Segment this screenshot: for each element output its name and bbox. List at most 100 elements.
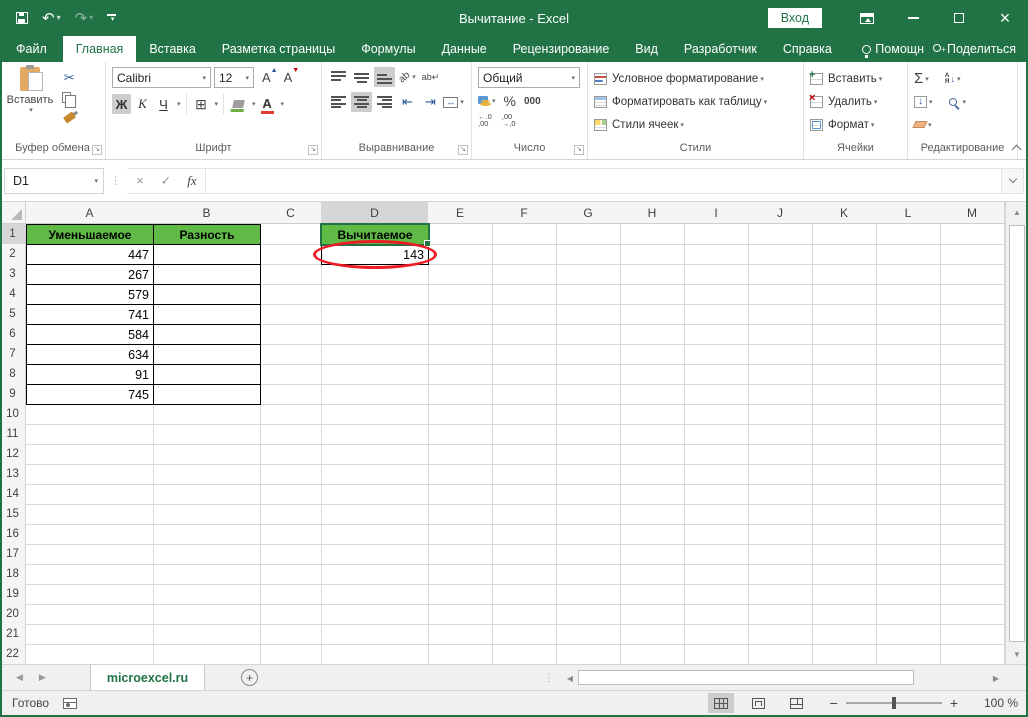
column-header-A[interactable]: A xyxy=(26,202,154,224)
conditional-formatting-button[interactable]: Условное форматирование▾ xyxy=(594,67,797,90)
clear-button[interactable]: ▾ xyxy=(914,121,932,129)
underline-caret[interactable]: ▾ xyxy=(177,100,181,108)
insert-cells-button[interactable]: Вставить▾ xyxy=(810,67,901,90)
column-header-H[interactable]: H xyxy=(620,202,685,224)
row-header-1[interactable]: 1 xyxy=(0,224,26,245)
expand-formula-bar-button[interactable] xyxy=(1002,168,1024,194)
cell-A7[interactable]: 634 xyxy=(26,344,154,365)
row-header-3[interactable]: 3 xyxy=(0,264,26,285)
scroll-up-button[interactable]: ▲ xyxy=(1006,202,1028,223)
comma-style-button[interactable]: 000 xyxy=(524,96,541,107)
cell-B5[interactable] xyxy=(153,304,261,325)
page-layout-view-button[interactable] xyxy=(746,693,772,713)
row-header-8[interactable]: 8 xyxy=(0,364,26,385)
row-header-14[interactable]: 14 xyxy=(0,484,26,505)
cancel-entry-button[interactable]: × xyxy=(127,169,153,193)
underline-button[interactable]: Ч xyxy=(154,94,173,114)
column-header-K[interactable]: K xyxy=(812,202,877,224)
scroll-right-button[interactable]: ▶ xyxy=(988,670,1004,686)
wrap-text-button[interactable]: ab↵ xyxy=(420,67,441,87)
cell-B6[interactable] xyxy=(153,324,261,345)
cell-A1[interactable]: Уменьшаемое xyxy=(26,224,154,245)
zoom-in-button[interactable]: + xyxy=(942,695,966,711)
orientation-button[interactable]: ab▾ xyxy=(397,67,418,87)
select-all-corner[interactable] xyxy=(0,202,26,224)
fill-color-caret[interactable]: ▾ xyxy=(252,100,256,108)
increase-indent-button[interactable]: ⇥ xyxy=(420,92,441,112)
page-break-view-button[interactable] xyxy=(784,693,810,713)
paste-button[interactable]: Вставить ▾ xyxy=(6,67,54,140)
cell-B9[interactable] xyxy=(153,384,261,405)
format-painter-button[interactable] xyxy=(62,109,77,125)
undo-button[interactable]: ↶▾ xyxy=(42,11,61,26)
tab-page-layout[interactable]: Разметка страницы xyxy=(209,36,348,62)
tab-view[interactable]: Вид xyxy=(622,36,671,62)
macro-record-icon[interactable] xyxy=(63,698,77,709)
cell-B4[interactable] xyxy=(153,284,261,305)
sheet-tab-active[interactable]: microexcel.ru xyxy=(90,665,205,690)
cut-button[interactable]: ✂ xyxy=(62,69,77,85)
tab-review[interactable]: Рецензирование xyxy=(500,36,623,62)
horizontal-scroll-track[interactable] xyxy=(578,670,988,686)
accounting-format-button[interactable]: ▾ xyxy=(478,96,496,106)
font-color-button[interactable]: A xyxy=(258,94,277,114)
row-header-10[interactable]: 10 xyxy=(0,404,26,425)
undo-dropdown-caret[interactable]: ▾ xyxy=(57,14,61,22)
tab-formulas[interactable]: Формулы xyxy=(348,36,428,62)
decrease-indent-button[interactable]: ⇤ xyxy=(397,92,418,112)
autosum-button[interactable]: Σ▾ xyxy=(914,71,929,86)
decrease-font-size-button[interactable]: A▼ xyxy=(284,70,300,85)
align-center-button[interactable] xyxy=(351,92,372,112)
horizontal-scroll-thumb[interactable] xyxy=(578,670,914,685)
row-header-13[interactable]: 13 xyxy=(0,464,26,485)
insert-function-button[interactable]: fx xyxy=(179,169,205,193)
number-format-select[interactable]: Общий▾ xyxy=(478,67,580,88)
zoom-slider-handle[interactable] xyxy=(892,697,896,709)
format-as-table-button[interactable]: Форматировать как таблицу▾ xyxy=(594,90,797,113)
tab-developer[interactable]: Разработчик xyxy=(671,36,770,62)
borders-caret[interactable]: ▾ xyxy=(215,100,219,108)
italic-button[interactable]: К xyxy=(133,94,152,114)
save-button[interactable] xyxy=(16,12,28,24)
scroll-left-button[interactable]: ◀ xyxy=(562,670,578,686)
zoom-slider[interactable] xyxy=(846,702,942,704)
close-button[interactable]: × xyxy=(982,0,1028,36)
find-select-button[interactable]: ▾ xyxy=(949,98,967,106)
confirm-entry-button[interactable]: ✓ xyxy=(153,169,179,193)
row-header-7[interactable]: 7 xyxy=(0,344,26,365)
align-middle-button[interactable] xyxy=(351,67,372,87)
previous-sheet-button[interactable]: ◀ xyxy=(16,672,23,683)
cell-A3[interactable]: 267 xyxy=(26,264,154,285)
formula-input[interactable] xyxy=(206,168,1002,194)
alignment-dialog-launcher-icon[interactable]: ↘ xyxy=(458,145,468,155)
name-box[interactable]: D1▾ xyxy=(4,168,104,194)
cell-A6[interactable]: 584 xyxy=(26,324,154,345)
zoom-out-button[interactable]: − xyxy=(822,695,846,711)
number-dialog-launcher-icon[interactable]: ↘ xyxy=(574,145,584,155)
column-header-F[interactable]: F xyxy=(492,202,557,224)
vertical-scroll-thumb[interactable] xyxy=(1009,225,1025,642)
customize-qat-button[interactable]: ▾ xyxy=(107,14,116,22)
tab-home[interactable]: Главная xyxy=(63,36,137,62)
format-cells-button[interactable]: Формат▾ xyxy=(810,113,901,136)
copy-button[interactable]: ▾ xyxy=(62,89,77,105)
cell-A5[interactable]: 741 xyxy=(26,304,154,325)
column-header-M[interactable]: M xyxy=(940,202,1005,224)
row-header-2[interactable]: 2 xyxy=(0,244,26,265)
tab-data[interactable]: Данные xyxy=(429,36,500,62)
row-header-16[interactable]: 16 xyxy=(0,524,26,545)
tab-insert[interactable]: Вставка xyxy=(136,36,208,62)
zoom-level-label[interactable]: 100 % xyxy=(974,696,1018,710)
column-header-E[interactable]: E xyxy=(428,202,493,224)
borders-button[interactable]: ⊞ xyxy=(192,94,211,114)
minimize-button[interactable] xyxy=(890,0,936,36)
row-header-17[interactable]: 17 xyxy=(0,544,26,565)
bold-button[interactable]: Ж xyxy=(112,94,131,114)
font-size-select[interactable]: 12▾ xyxy=(214,67,254,88)
next-sheet-button[interactable]: ▶ xyxy=(39,672,46,683)
row-header-6[interactable]: 6 xyxy=(0,324,26,345)
cell-B8[interactable] xyxy=(153,364,261,385)
align-left-button[interactable] xyxy=(328,92,349,112)
scroll-down-button[interactable]: ▼ xyxy=(1006,644,1028,664)
align-bottom-button[interactable] xyxy=(374,67,395,87)
